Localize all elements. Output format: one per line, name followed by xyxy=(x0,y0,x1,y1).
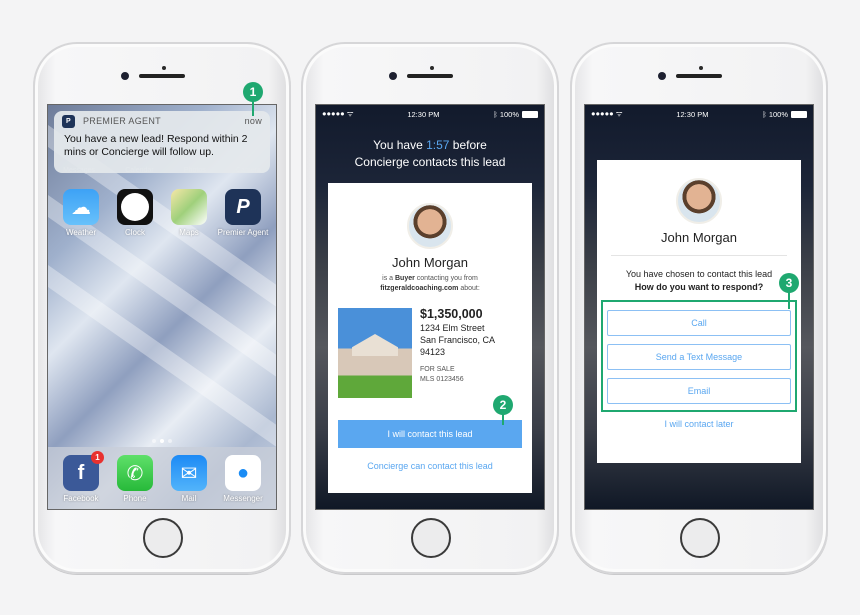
app-label: Premier Agent xyxy=(217,228,269,237)
countdown-value: 1:57 xyxy=(426,138,450,152)
timer-prefix: You have xyxy=(373,138,427,152)
email-button[interactable]: Email xyxy=(607,378,791,404)
app-facebook[interactable]: f1 Facebook xyxy=(55,451,107,503)
step-marker-1: 1 xyxy=(243,82,263,102)
app-clock[interactable]: Clock xyxy=(109,189,161,237)
concierge-contact-link[interactable]: Concierge can contact this lead xyxy=(328,461,532,471)
respond-card: John Morgan You have chosen to contact t… xyxy=(597,160,801,463)
phone-lead-screen: ●●●●● ᯤ 12:30 PM ᛒ 100% You have 1:57 be… xyxy=(301,42,559,574)
property-listing[interactable]: $1,350,000 1234 Elm Street San Francisco… xyxy=(338,308,522,398)
property-photo xyxy=(338,308,412,398)
lead-name: John Morgan xyxy=(661,230,737,245)
earpiece-speaker xyxy=(676,74,722,78)
battery-icon xyxy=(522,110,538,118)
property-street: 1234 Elm Street xyxy=(420,323,485,333)
phone-icon: ✆ xyxy=(117,455,153,491)
contact-lead-button[interactable]: I will contact this lead xyxy=(338,420,522,448)
notification-badge: 1 xyxy=(91,451,104,464)
messenger-icon: ● xyxy=(225,455,261,491)
mail-icon: ✉ xyxy=(171,455,207,491)
dock: f1 Facebook ✆ Phone ✉ Mail ● Messenger xyxy=(48,447,276,509)
lead-website: fitzgeraldcoaching.com xyxy=(380,285,459,292)
status-bar: ●●●●● ᯤ 12:30 PM ᛒ 100% xyxy=(316,105,544,123)
clock-icon xyxy=(117,189,153,225)
lead-card: John Morgan is a Buyer contacting you fr… xyxy=(328,183,532,493)
lead-avatar xyxy=(676,178,722,224)
battery-icon xyxy=(791,110,807,118)
respond-question: How do you want to respond? xyxy=(634,282,764,292)
app-premier-agent[interactable]: P Premier Agent xyxy=(217,189,269,237)
property-price: $1,350,000 xyxy=(420,307,483,321)
lead-alert-screen: ●●●●● ᯤ 12:30 PM ᛒ 100% You have 1:57 be… xyxy=(315,104,545,510)
premier-agent-icon: P xyxy=(225,189,261,225)
home-button[interactable] xyxy=(143,518,183,558)
earpiece-speaker xyxy=(139,74,185,78)
step-marker-3: 3 xyxy=(779,273,799,293)
app-phone[interactable]: ✆ Phone xyxy=(109,455,161,503)
proximity-sensor xyxy=(699,66,703,70)
app-label: Clock xyxy=(124,228,145,237)
proximity-sensor xyxy=(430,66,434,70)
bluetooth-icon: ᛒ xyxy=(493,109,500,119)
contact-later-link[interactable]: I will contact later xyxy=(597,419,801,429)
status-time: 12:30 PM xyxy=(676,109,709,119)
app-messenger[interactable]: ● Messenger xyxy=(217,455,269,503)
divider xyxy=(611,255,787,256)
home-button[interactable] xyxy=(680,518,720,558)
lead-avatar xyxy=(407,203,453,249)
property-city: San Francisco, CA xyxy=(420,335,496,345)
response-options: Call Send a Text Message Email xyxy=(601,300,797,412)
signal-wifi-icon: ●●●●● ᯤ xyxy=(591,109,623,118)
battery-percent: 100% xyxy=(499,109,519,119)
home-screen: Messages Calendar Photos Camera P PREMIE… xyxy=(47,104,277,510)
earpiece-speaker xyxy=(407,74,453,78)
front-camera xyxy=(658,72,666,80)
marker-line xyxy=(788,291,790,309)
respond-screen: ●●●●● ᯤ 12:30 PM ᛒ 100% John Morgan You … xyxy=(584,104,814,510)
app-label: Phone xyxy=(123,494,147,503)
notification-time: now xyxy=(244,116,262,126)
maps-icon xyxy=(171,189,207,225)
app-label: Maps xyxy=(179,228,199,237)
chosen-message: You have chosen to contact this lead xyxy=(625,269,773,279)
front-camera xyxy=(389,72,397,80)
lead-source: is a Buyer contacting you from fitzgeral… xyxy=(380,275,480,292)
weather-icon: ☁ xyxy=(63,189,99,225)
app-grid: ☁ Weather Clock Maps P Premier Agent xyxy=(54,189,270,237)
front-camera xyxy=(121,72,129,80)
home-button[interactable] xyxy=(411,518,451,558)
battery-percent: 100% xyxy=(768,109,788,119)
text-message-button[interactable]: Send a Text Message xyxy=(607,344,791,370)
premier-agent-icon: P xyxy=(62,114,75,128)
app-mail[interactable]: ✉ Mail xyxy=(163,455,215,503)
notification-message: You have a new lead! Respond within 2 mi… xyxy=(64,133,248,158)
bluetooth-icon: ᛒ xyxy=(762,109,769,119)
facebook-icon: f1 xyxy=(63,451,104,491)
lead-role: Buyer xyxy=(394,275,415,282)
status-bar: ●●●●● ᯤ 12:30 PM ᛒ 100% xyxy=(585,105,813,123)
app-label: Facebook xyxy=(63,494,99,503)
property-status: FOR SALE xyxy=(420,366,455,373)
app-maps[interactable]: Maps xyxy=(163,189,215,237)
property-zip: 94123 xyxy=(420,347,446,357)
phone-home-screen: Messages Calendar Photos Camera P PREMIE… xyxy=(33,42,291,574)
lead-name: John Morgan xyxy=(392,255,468,270)
status-time: 12:30 PM xyxy=(407,109,440,119)
notification-app-name: PREMIER AGENT xyxy=(83,116,161,126)
app-weather[interactable]: ☁ Weather xyxy=(55,189,107,237)
push-notification[interactable]: P PREMIER AGENT now You have a new lead!… xyxy=(54,111,270,173)
marker-line xyxy=(252,100,254,116)
page-indicator[interactable] xyxy=(48,439,276,443)
step-marker-2: 2 xyxy=(493,395,513,415)
signal-wifi-icon: ●●●●● ᯤ xyxy=(322,109,354,118)
proximity-sensor xyxy=(162,66,166,70)
timer-suffix: before xyxy=(449,138,487,152)
app-label: Messenger xyxy=(223,494,263,503)
timer-line2: Concierge contacts this lead xyxy=(354,155,506,169)
app-label: Weather xyxy=(65,228,97,237)
call-button[interactable]: Call xyxy=(607,310,791,336)
app-label: Mail xyxy=(181,494,197,503)
countdown-message: You have 1:57 before Concierge contacts … xyxy=(316,137,544,171)
property-mls: MLS 0123456 xyxy=(420,376,464,383)
